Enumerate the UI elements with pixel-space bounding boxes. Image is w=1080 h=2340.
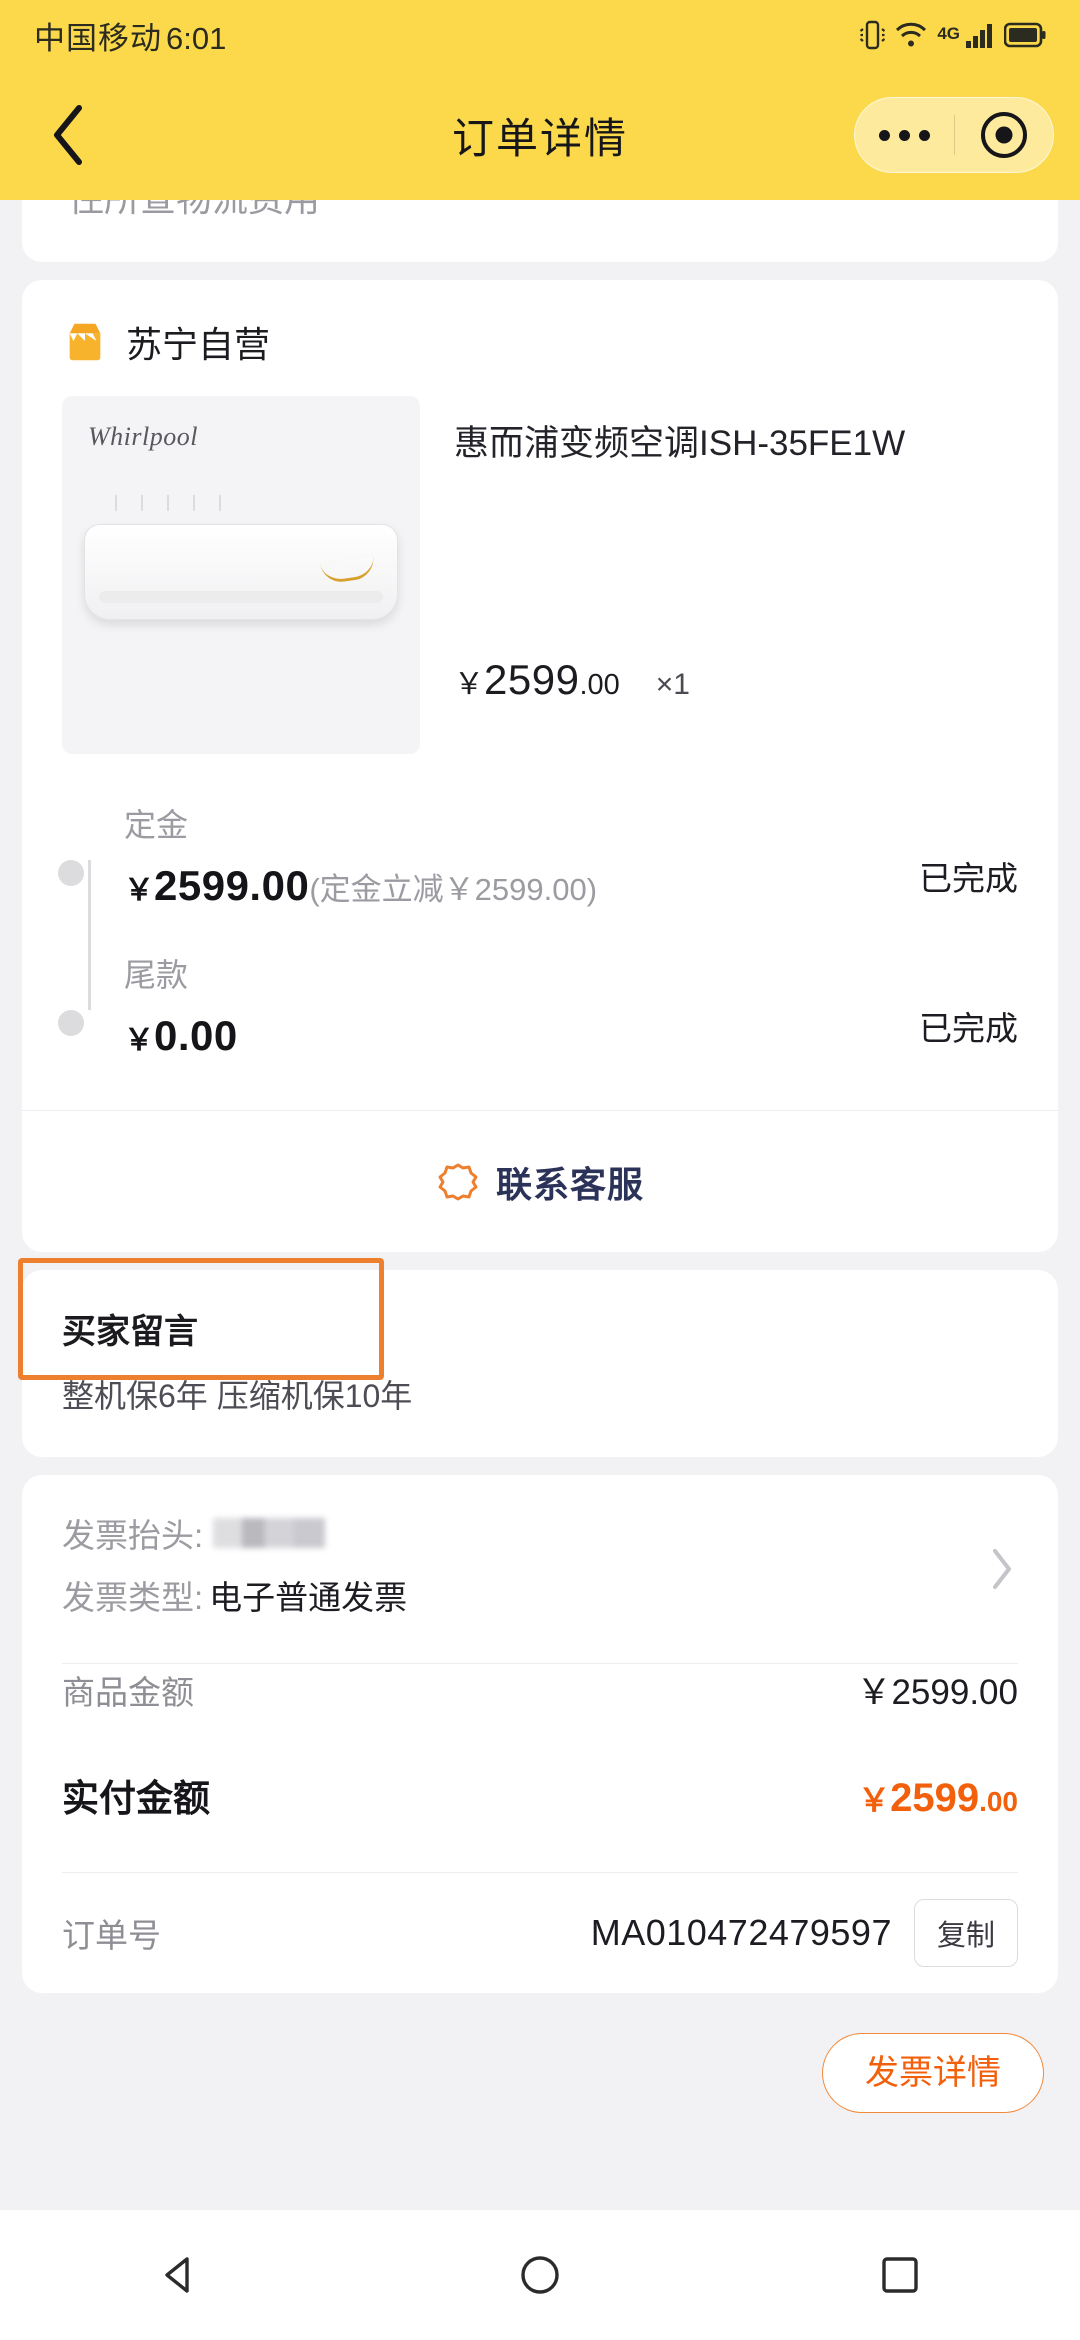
- payment-timeline: 定金 ￥ 2599.00 (定金立减￥2599.00) 已完成 尾款 ￥ 0.0…: [22, 754, 1058, 1110]
- product-image: Whirlpool: [62, 396, 420, 754]
- product-row[interactable]: Whirlpool 惠而浦变频空调ISH-35FE1W ￥ 2599 .00 ×…: [22, 382, 1058, 754]
- paid-amount-label: 实付金额: [62, 1778, 210, 1819]
- invoice-detail-button[interactable]: 发票详情: [822, 2033, 1044, 2113]
- square-recents-icon[interactable]: [874, 2249, 926, 2301]
- partial-card-above: 住所查物流费用: [22, 200, 1058, 262]
- chevron-right-icon: [993, 1549, 1011, 1589]
- invoice-title-redacted-value: [213, 1518, 326, 1548]
- invoice-type-value: 电子普通发票: [209, 1579, 408, 1616]
- ac-logo-swirl: [319, 555, 377, 585]
- deposit-currency: ￥: [124, 874, 154, 907]
- android-nav-bar: [0, 2210, 1080, 2340]
- buyer-message-card: 买家留言 整机保6年 压缩机保10年: [22, 1270, 1058, 1457]
- deposit-label: 定金: [124, 807, 189, 843]
- contact-service-label: 联系客服: [495, 1163, 644, 1205]
- invoice-totals-card: 发票抬头: 发票类型: 电子普通发票 商品金额 ￥2599.00 实付金额 ￥2…: [22, 1475, 1058, 1993]
- triangle-back-icon[interactable]: [154, 2249, 206, 2301]
- merchant-name: 苏宁自营: [126, 324, 271, 365]
- ac-ticks: [115, 495, 221, 511]
- totals-section: 商品金额 ￥2599.00 实付金额 ￥2599.00 订单号 MA010472…: [22, 1663, 1058, 1993]
- merchant-product-card: 苏宁自营 Whirlpool 惠而浦变频空调ISH-35FE1W ￥ 2599: [22, 280, 1058, 1252]
- shop-icon: [69, 323, 101, 361]
- network-type-label: 4G: [937, 24, 960, 43]
- balance-amount: 0.00: [154, 1012, 238, 1059]
- goods-amount-label: 商品金额: [62, 1674, 194, 1711]
- paid-currency: ￥: [858, 1782, 891, 1818]
- circle-home-icon[interactable]: [514, 2249, 566, 2301]
- more-dots-icon: [878, 129, 930, 141]
- close-miniprogram-button[interactable]: [955, 110, 1054, 160]
- timeline-dot: [58, 1010, 84, 1036]
- buyer-message-title: 买家留言: [62, 1313, 198, 1351]
- timeline-row-deposit: 定金 ￥ 2599.00 (定金立减￥2599.00) 已完成: [58, 800, 1018, 950]
- timeline-dot: [58, 860, 84, 886]
- deposit-amount: 2599.00: [154, 862, 310, 909]
- buyer-message-section: 买家留言 整机保6年 压缩机保10年: [18, 1258, 1058, 1457]
- paid-int: 2599: [890, 1776, 980, 1820]
- contact-service-button[interactable]: 联系客服: [22, 1110, 1058, 1252]
- product-title: 惠而浦变频空调ISH-35FE1W: [454, 424, 906, 463]
- chevron-left-icon: [54, 105, 82, 165]
- invoice-type-row: 发票类型: 电子普通发票: [62, 1571, 1018, 1619]
- buyer-message-text: 整机保6年 压缩机保10年: [62, 1378, 413, 1414]
- timeline-row-balance: 尾款 ￥ 0.00 已完成: [58, 950, 1018, 1100]
- goods-amount-value: ￥2599.00: [856, 1673, 1018, 1712]
- copy-order-number-button[interactable]: 复制: [913, 1899, 1018, 1967]
- scroll-body[interactable]: 住所查物流费用 苏宁自营 Whirlpool: [0, 200, 1080, 2210]
- deposit-status: 已完成: [919, 860, 1018, 897]
- air-conditioner-illustration: [84, 495, 398, 620]
- deposit-note: (定金立减￥2599.00): [309, 872, 598, 907]
- order-number-value: MA010472479597: [590, 1912, 892, 1953]
- paid-dec: .00: [979, 1786, 1018, 1817]
- balance-currency: ￥: [124, 1024, 154, 1057]
- order-number-row: 订单号 MA010472479597 复制: [62, 1873, 1018, 1993]
- product-brand-mark: Whirlpool: [88, 422, 198, 451]
- balance-label: 尾款: [124, 957, 189, 993]
- invoice-title-key: 发票抬头:: [62, 1517, 204, 1554]
- partial-card-text: 住所查物流费用: [68, 200, 320, 222]
- product-currency: ￥: [454, 668, 484, 701]
- product-info: 惠而浦变频空调ISH-35FE1W ￥ 2599 .00 ×1: [420, 396, 1018, 754]
- deposit-info: 定金 ￥ 2599.00 (定金立减￥2599.00): [124, 800, 919, 910]
- miniprogram-capsule: [854, 97, 1054, 173]
- ac-vent: [99, 591, 383, 603]
- order-number-right: MA010472479597 复制: [591, 1899, 1018, 1967]
- status-bar-right: 4G: [859, 18, 1046, 52]
- paid-amount-row: 实付金额 ￥2599.00: [62, 1768, 1018, 1872]
- wifi-icon: [896, 22, 927, 47]
- nav-bar: 订单详情: [0, 70, 1080, 200]
- order-number-label: 订单号: [62, 1917, 161, 1954]
- invoice-title-row: 发票抬头:: [62, 1509, 1018, 1557]
- balance-status: 已完成: [919, 1010, 1018, 1047]
- balance-amount-line: ￥ 0.00: [124, 1012, 919, 1060]
- customer-service-flower-icon: [438, 1163, 478, 1200]
- product-quantity: ×1: [655, 668, 690, 701]
- target-circle-icon: [980, 112, 1027, 158]
- paid-amount-value: ￥2599.00: [858, 1775, 1018, 1821]
- footer-actions: 发票详情: [0, 2011, 1080, 2113]
- clock-label: 6:01: [166, 20, 227, 56]
- goods-amount-row: 商品金额 ￥2599.00: [62, 1664, 1018, 1768]
- signal-icon: [966, 24, 992, 48]
- back-button[interactable]: [14, 80, 124, 190]
- product-price-line: ￥ 2599 .00 ×1: [454, 656, 1018, 754]
- vibrate-icon: [860, 20, 886, 50]
- status-bar-left: 中国移动 6:01: [34, 13, 226, 58]
- carrier-label: 中国移动: [34, 20, 162, 56]
- battery-icon: [1004, 22, 1046, 48]
- more-menu-button[interactable]: [855, 129, 954, 141]
- invoice-section[interactable]: 发票抬头: 发票类型: 电子普通发票: [22, 1475, 1058, 1663]
- deposit-amount-line: ￥ 2599.00 (定金立减￥2599.00): [124, 862, 919, 910]
- invoice-type-key: 发票类型:: [62, 1579, 204, 1616]
- status-bar: 中国移动 6:01 4G: [0, 0, 1080, 70]
- merchant-row[interactable]: 苏宁自营: [22, 280, 1058, 382]
- product-price-int: 2599: [484, 656, 580, 703]
- order-detail-screen: 中国移动 6:01 4G 订单详情 苏宁自营 Whirlpool 惠而浦变频空调…: [0, 0, 1080, 2340]
- product-price-dec: .00: [579, 669, 620, 701]
- balance-info: 尾款 ￥ 0.00: [124, 950, 919, 1060]
